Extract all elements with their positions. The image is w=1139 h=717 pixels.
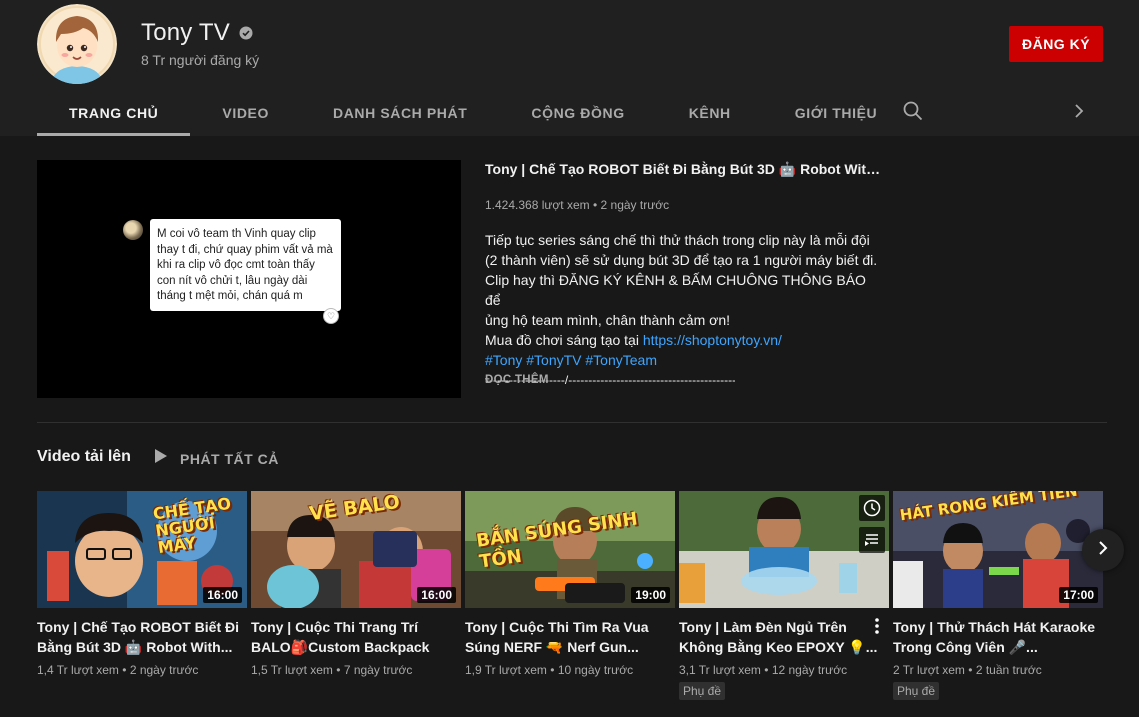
- video-thumbnail[interactable]: CHẾ TẠO NGƯỜI MÁY 16:00: [37, 491, 247, 608]
- tab-community[interactable]: CỘNG ĐỒNG: [499, 90, 656, 136]
- featured-video-title[interactable]: Tony | Chế Tạo ROBOT Biết Đi Bằng Bút 3D…: [485, 161, 885, 178]
- channel-tabs: TRANG CHỦ VIDEO DANH SÁCH PHÁT CỘNG ĐỒNG…: [37, 90, 909, 136]
- video-age: 12 ngày trước: [771, 663, 848, 677]
- featured-video-player[interactable]: M coi vô team th Vinh quay clip thay t đ…: [37, 160, 461, 398]
- subtitles-badge: Phụ đề: [679, 682, 726, 700]
- video-views: 1,9 Tr lượt xem: [465, 663, 547, 677]
- video-duration: 17:00: [1059, 587, 1098, 603]
- featured-age: 2 ngày trước: [600, 198, 670, 212]
- video-duration: 16:00: [417, 587, 456, 603]
- video-meta: 1,4 Tr lượt xem • 2 ngày trước: [37, 663, 247, 677]
- video-title[interactable]: Tony | Cuộc Thi Trang Trí BALO🎒Custom Ba…: [251, 617, 461, 657]
- description-line: (2 thành viên) sẽ sử dụng bút 3D để tạo …: [485, 252, 878, 268]
- featured-description: Tiếp tục series sáng chế thì thử thách t…: [485, 230, 885, 390]
- meta-separator: •: [122, 663, 127, 677]
- channel-avatar[interactable]: [37, 4, 117, 84]
- subscriber-count: 8 Tr người đăng ký: [141, 52, 260, 68]
- shop-line: Mua đồ chơi sáng tạo tại https://shopton…: [485, 330, 885, 350]
- tab-about[interactable]: GIỚI THIỆU: [763, 90, 910, 136]
- video-card: HÁT RONG KIẾM TIỀN 17:00 Tony | Thử Thác…: [893, 491, 1103, 700]
- video-meta: 1,9 Tr lượt xem • 10 ngày trước: [465, 663, 675, 677]
- heart-icon: ♡: [323, 308, 339, 324]
- video-duration: 16:00: [203, 587, 242, 603]
- tab-videos[interactable]: VIDEO: [190, 90, 301, 136]
- video-duration: 19:00: [631, 587, 670, 603]
- video-age: 10 ngày trước: [557, 663, 634, 677]
- video-title[interactable]: Tony | Cuộc Thi Tìm Ra Vua Súng NERF 🔫 N…: [465, 617, 675, 657]
- hashtag-link[interactable]: #TonyTeam: [585, 352, 657, 368]
- video-thumbnail[interactable]: [679, 491, 889, 608]
- channel-header: Tony TV 8 Tr người đăng ký ĐĂNG KÝ TRANG…: [0, 0, 1139, 136]
- shop-link[interactable]: https://shoptonytoy.vn/: [643, 332, 782, 348]
- hashtag-link[interactable]: #TonyTV: [526, 352, 581, 368]
- video-thumbnail[interactable]: VẼ BALO 16:00: [251, 491, 461, 608]
- shelf-next-button[interactable]: [1082, 529, 1124, 571]
- play-all-button[interactable]: PHÁT TẤT CẢ: [154, 448, 279, 469]
- description-line: Tiếp tục series sáng chế thì thử thách t…: [485, 232, 870, 248]
- video-title[interactable]: Tony | Thử Thách Hát Karaoke Trong Công …: [893, 617, 1103, 657]
- tab-channels[interactable]: KÊNH: [657, 90, 763, 136]
- comment-avatar: [123, 220, 143, 240]
- subscribe-button[interactable]: ĐĂNG KÝ: [1009, 26, 1103, 62]
- meta-separator: •: [764, 663, 769, 677]
- chevron-right-icon: [1093, 538, 1113, 563]
- video-age: 2 ngày trước: [129, 663, 199, 677]
- queue-icon[interactable]: [859, 527, 885, 553]
- search-icon[interactable]: [902, 100, 924, 122]
- video-views: 1,5 Tr lượt xem: [251, 663, 333, 677]
- channel-name: Tony TV: [141, 19, 230, 46]
- video-age: 7 ngày trước: [343, 663, 413, 677]
- video-card: BẮN SÚNG SINH TỒN 19:00 Tony | Cuộc Thi …: [465, 491, 675, 677]
- video-title[interactable]: Tony | Làm Đèn Ngủ Trên Không Bằng Keo E…: [679, 617, 889, 657]
- video-age: 2 tuần trước: [975, 663, 1042, 677]
- video-card: VẼ BALO 16:00 Tony | Cuộc Thi Trang Trí …: [251, 491, 461, 677]
- description-line: Clip hay thì ĐĂNG KÝ KÊNH & BẤM CHUÔNG T…: [485, 272, 866, 308]
- read-more-link[interactable]: ĐỌC THÊM: [485, 374, 549, 386]
- meta-separator: •: [336, 663, 341, 677]
- video-title[interactable]: Tony | Chế Tạo ROBOT Biết Đi Bằng Bút 3D…: [37, 617, 247, 657]
- meta-separator: •: [592, 198, 598, 212]
- featured-video-meta: 1.424.368 lượt xem • 2 ngày trước: [485, 198, 669, 212]
- channel-title-row: Tony TV: [141, 19, 253, 47]
- hashtag-link[interactable]: #Tony: [485, 352, 522, 368]
- play-all-label: PHÁT TẤT CẢ: [180, 450, 279, 467]
- video-meta: 3,1 Tr lượt xem • 12 ngày trước: [679, 663, 889, 677]
- subtitles-badge: Phụ đề: [893, 682, 940, 700]
- tab-home[interactable]: TRANG CHỦ: [37, 90, 191, 136]
- verified-check-icon: [239, 26, 253, 40]
- play-icon: [154, 448, 168, 469]
- kebab-menu-icon[interactable]: [870, 616, 884, 636]
- clock-icon[interactable]: [859, 495, 885, 521]
- featured-views: 1.424.368 lượt xem: [485, 198, 590, 212]
- shelf-title[interactable]: Video tải lên: [37, 448, 131, 466]
- chevron-right-icon[interactable]: [1068, 100, 1090, 122]
- video-views: 1,4 Tr lượt xem: [37, 663, 119, 677]
- video-views: 2 Tr lượt xem: [893, 663, 965, 677]
- description-line: ủng hộ team mình, chân thành cảm ơn!: [485, 312, 730, 328]
- tab-playlists[interactable]: DANH SÁCH PHÁT: [301, 90, 499, 136]
- hashtag-line: #Tony #TonyTV #TonyTeam: [485, 350, 885, 370]
- video-thumbnail[interactable]: BẮN SÚNG SINH TỒN 19:00: [465, 491, 675, 608]
- video-meta: 2 Tr lượt xem • 2 tuần trước: [893, 663, 1103, 677]
- video-card: CHẾ TẠO NGƯỜI MÁY 16:00 Tony | Chế Tạo R…: [37, 491, 247, 677]
- section-divider: [37, 422, 1107, 423]
- meta-separator: •: [550, 663, 555, 677]
- video-card: Tony | Làm Đèn Ngủ Trên Không Bằng Keo E…: [679, 491, 889, 700]
- shop-prefix: Mua đồ chơi sáng tạo tại: [485, 332, 643, 348]
- video-meta: 1,5 Tr lượt xem • 7 ngày trước: [251, 663, 461, 677]
- meta-separator: •: [968, 663, 973, 677]
- comment-screenshot: M coi vô team th Vinh quay clip thay t đ…: [150, 219, 341, 311]
- video-thumbnail[interactable]: HÁT RONG KIẾM TIỀN 17:00: [893, 491, 1103, 608]
- video-views: 3,1 Tr lượt xem: [679, 663, 761, 677]
